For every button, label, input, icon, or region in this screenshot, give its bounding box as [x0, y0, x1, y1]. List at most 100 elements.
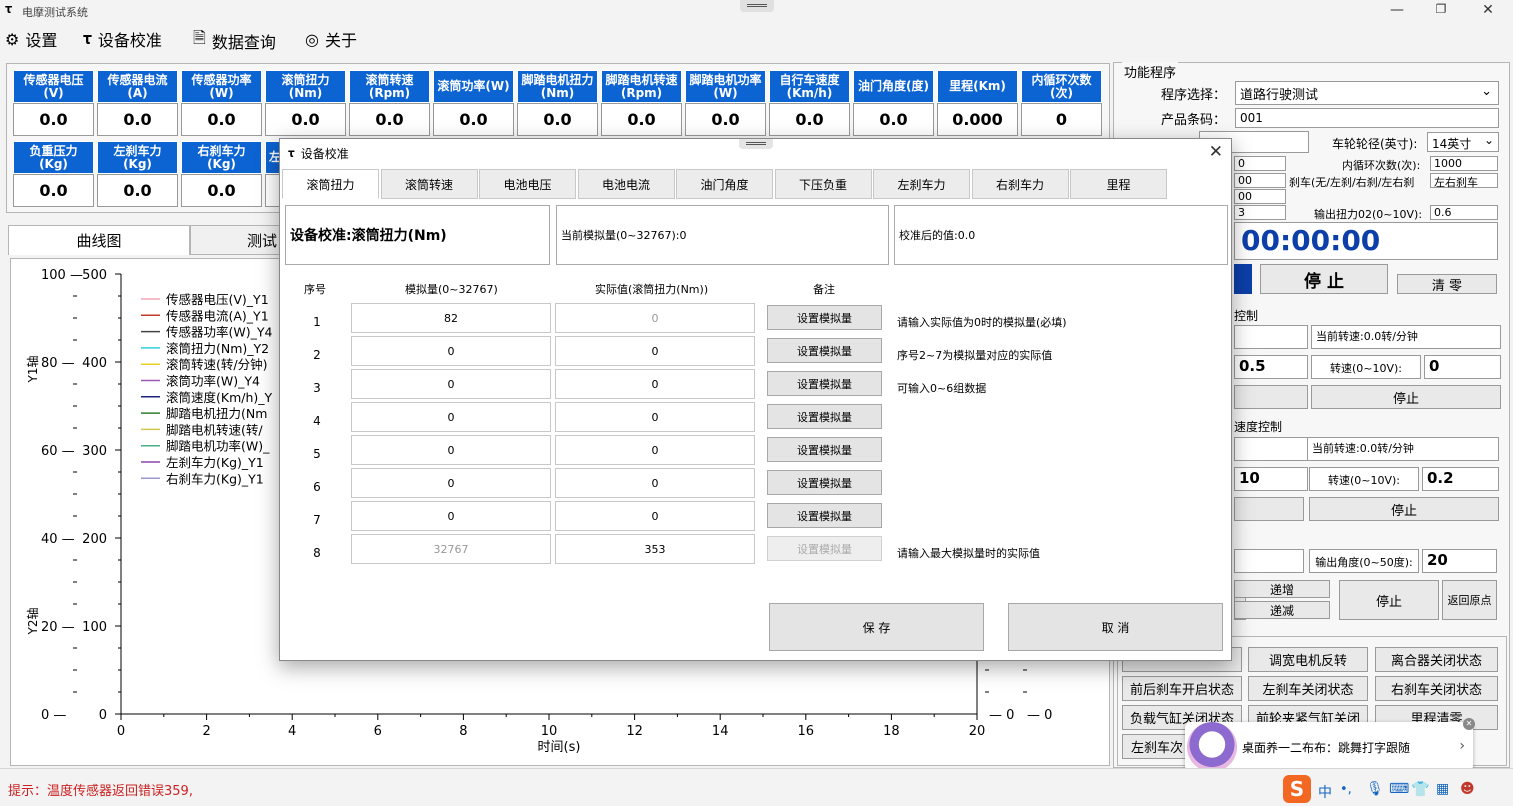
stop2-button[interactable]: 停止	[1309, 497, 1499, 521]
actual-input[interactable]: 0	[555, 435, 755, 465]
dialog-tab[interactable]: 电池电压	[479, 169, 576, 199]
dialog-close-icon[interactable]: ✕	[1209, 142, 1223, 162]
set-analog-button[interactable]: 设置模拟量	[767, 371, 882, 396]
ime-punctuation-icon[interactable]: •,	[1340, 782, 1352, 797]
mascot-icon[interactable]: ☻	[1460, 781, 1475, 797]
actual-input[interactable]: 0	[555, 303, 755, 333]
clear-button[interactable]: 清 零	[1397, 274, 1497, 294]
chevron-right-icon[interactable]: ›	[1459, 738, 1465, 754]
stop3-button[interactable]: 停止	[1339, 580, 1439, 620]
brake-select[interactable]: 左右刹车	[1430, 173, 1498, 188]
analog-input[interactable]: 0	[351, 468, 551, 498]
notification-popup[interactable]: 桌面养一二布布：跳舞打字跟随 › ✕	[1185, 722, 1473, 772]
partial-value-4[interactable]: 3	[1234, 205, 1286, 220]
partial-value-2[interactable]: 00	[1234, 173, 1286, 188]
set-analog-button[interactable]: 设置模拟量	[767, 305, 882, 330]
dialog-tab[interactable]: 左刹车力	[873, 169, 970, 199]
dialog-drag-handle[interactable]	[739, 139, 773, 149]
clutch-status-button[interactable]: 离合器关闭状态	[1375, 647, 1498, 672]
stop-button[interactable]: 停 止	[1260, 264, 1388, 294]
set-analog-button[interactable]: 设置模拟量	[767, 338, 882, 363]
microphone-icon[interactable]: 🎙	[1366, 781, 1384, 797]
set-analog-button[interactable]: 设置模拟量	[767, 470, 882, 495]
notification-close-icon[interactable]: ✕	[1463, 718, 1475, 730]
analog-input[interactable]: 32767	[351, 534, 551, 564]
analog-input[interactable]: 0	[351, 435, 551, 465]
val1-input[interactable]: 0.5	[1234, 355, 1308, 379]
set-analog-button[interactable]: 设置模拟量	[767, 437, 882, 462]
row-note: 序号2~7为模拟量对应的实际值	[897, 347, 1052, 363]
dialog-tab[interactable]: 电池电流	[578, 169, 675, 199]
menu-settings[interactable]: ⚙ 设置	[5, 27, 57, 51]
stop1-button[interactable]: 停止	[1311, 385, 1501, 409]
right-brake-status-button[interactable]: 右刹车关闭状态	[1375, 676, 1498, 701]
dialog-tab[interactable]: 右刹车力	[972, 169, 1069, 199]
group-title: 功能程序	[1122, 62, 1178, 81]
actual-input[interactable]: 0	[555, 336, 755, 366]
section1-left-button[interactable]	[1234, 385, 1308, 409]
close-icon[interactable]: ✕	[1478, 2, 1498, 20]
dialog-tab[interactable]: 滚筒转速	[381, 169, 478, 199]
analog-input[interactable]: 0	[351, 501, 551, 531]
section2-left-button[interactable]	[1234, 497, 1304, 521]
val2-input[interactable]: 10	[1234, 467, 1308, 491]
keyboard-icon[interactable]: ⌨	[1389, 781, 1409, 797]
left-brake-status-button[interactable]: 左刹车关闭状态	[1248, 676, 1368, 701]
restore-icon[interactable]: ❐	[1431, 2, 1451, 20]
analog-input[interactable]: 0	[351, 402, 551, 432]
dialog-tab[interactable]: 滚筒扭力	[282, 169, 379, 199]
analog-input[interactable]: 0	[351, 336, 551, 366]
sensor-value: 0.0	[769, 103, 850, 136]
section2-input[interactable]	[1234, 437, 1308, 461]
actual-input[interactable]: 0	[555, 501, 755, 531]
barcode-input[interactable]: 001	[1235, 108, 1499, 128]
speed2-input[interactable]: 0.2	[1422, 467, 1499, 491]
actual-input[interactable]: 0	[555, 369, 755, 399]
wheel-select[interactable]: 14英寸⌄	[1427, 132, 1499, 152]
analog-input[interactable]: 0	[351, 369, 551, 399]
actual-input[interactable]: 0	[555, 402, 755, 432]
decrease-button[interactable]: 递减	[1234, 601, 1330, 619]
torque-label: 输出扭力02(0~10V):	[1314, 206, 1422, 222]
partial-value-1[interactable]: 0	[1234, 156, 1286, 171]
angle-input[interactable]: 20	[1422, 549, 1497, 573]
actual-input[interactable]: 0	[555, 468, 755, 498]
dialog-tab[interactable]: 下压负重	[775, 169, 872, 199]
front-rear-brake-button[interactable]: 前后刹车开启状态	[1122, 676, 1242, 701]
ime-logo-icon[interactable]: S	[1283, 775, 1311, 803]
partial-value-3[interactable]: 00	[1234, 189, 1286, 204]
speed1-input[interactable]: 0	[1424, 355, 1501, 379]
menu-about[interactable]: ◎ 关于	[305, 27, 357, 51]
increase-button[interactable]: 递增	[1234, 580, 1330, 598]
start-button-edge[interactable]	[1234, 264, 1252, 294]
skin-icon[interactable]: 👕	[1411, 780, 1430, 798]
x-tick-label: 16	[798, 724, 815, 739]
drag-handle[interactable]	[740, 0, 774, 12]
torque-input[interactable]: 0.6	[1430, 205, 1498, 220]
save-button[interactable]: 保 存	[769, 603, 984, 651]
angle-left-input[interactable]	[1234, 549, 1304, 573]
program-value: 道路行驶测试	[1240, 88, 1318, 103]
analog-input[interactable]: 82	[351, 303, 551, 333]
actual-input[interactable]: 353	[555, 534, 755, 564]
ime-chinese-icon[interactable]: 中	[1318, 782, 1332, 802]
section1-input[interactable]	[1234, 325, 1308, 349]
set-analog-button[interactable]: 设置模拟量	[767, 404, 882, 429]
program-select[interactable]: 道路行驶测试⌄	[1235, 81, 1499, 105]
motor-reverse-button[interactable]: 调宽电机反转	[1248, 647, 1368, 672]
minimize-icon[interactable]: —	[1387, 2, 1407, 20]
return-home-button[interactable]: 返回原点	[1442, 580, 1497, 620]
tab-curve[interactable]: 曲线图	[8, 225, 190, 255]
cycles-input[interactable]: 1000	[1430, 156, 1498, 171]
dialog-tab[interactable]: 油门角度	[676, 169, 773, 199]
menu-data-query[interactable]: 🗎 数据查询	[193, 27, 276, 54]
tab-test[interactable]: 测试	[190, 225, 290, 255]
set-analog-button[interactable]: 设置模拟量	[767, 503, 882, 528]
set-analog-button[interactable]: 设置模拟量	[767, 536, 882, 561]
dialog-tab[interactable]: 里程	[1070, 169, 1167, 199]
cancel-button[interactable]: 取 消	[1008, 603, 1223, 651]
menu-calibration[interactable]: 𝛕 设备校准	[83, 27, 162, 51]
toolbox-icon[interactable]: ▦	[1436, 781, 1449, 797]
y-inner-tick-label: 400	[82, 356, 107, 371]
sensor-value: 0.000	[937, 103, 1018, 136]
